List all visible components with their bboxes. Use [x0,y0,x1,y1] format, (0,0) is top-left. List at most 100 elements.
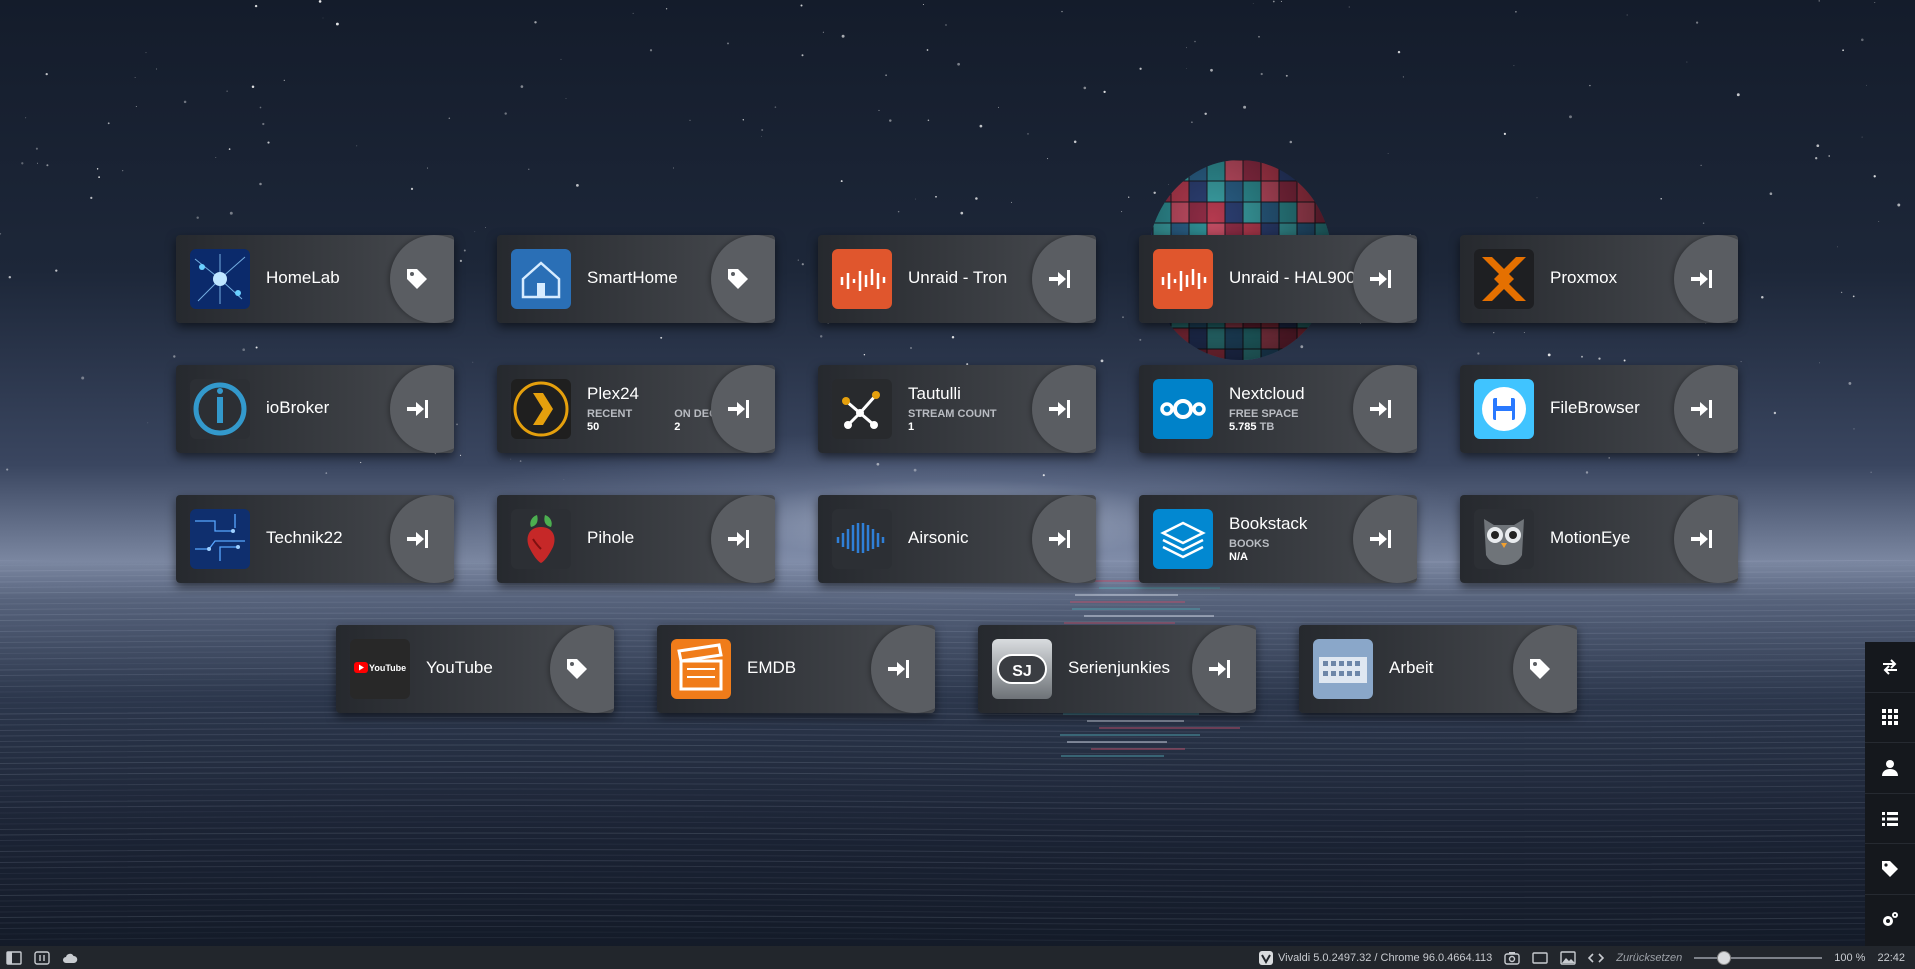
tautulli-icon [832,379,892,439]
app-tile-emdb[interactable]: EMDB [657,625,935,713]
tags-button[interactable] [1865,844,1915,895]
zoom-slider-thumb[interactable] [1717,950,1732,965]
image-icon[interactable] [1560,950,1576,965]
tag-button[interactable] [550,625,614,713]
zoom-level: 100 % [1834,951,1866,964]
unraid-icon [1153,249,1213,309]
stat-label: STREAM COUNT [908,408,997,420]
open-link-button[interactable] [1674,235,1738,323]
code-icon[interactable] [1588,951,1605,965]
zoom-reset-button[interactable]: Zurücksetzen [1616,952,1682,964]
tab-tiling-icon[interactable] [34,950,50,965]
tag-button[interactable] [1513,625,1577,713]
app-tile-smarthome[interactable]: SmartHome [497,235,775,323]
tile-title: SmartHome [587,268,678,287]
open-link-button[interactable] [1353,495,1417,583]
open-link-button[interactable] [1674,495,1738,583]
technik-circuit-icon [190,509,250,569]
stat-value: N/A [1229,551,1269,563]
tile-title: HomeLab [266,268,340,287]
app-tile-youtube[interactable]: YouTube YouTube [336,625,614,713]
tile-title: FileBrowser [1550,398,1640,417]
tile-title: ioBroker [266,398,330,417]
stat-number: 1 [908,421,915,433]
proxmox-icon [1474,249,1534,309]
open-link-button[interactable] [1674,365,1738,453]
switch-view-button[interactable] [1865,642,1915,693]
tile-stat: FREE SPACE 5.785 TB [1229,408,1298,433]
tile-title: Proxmox [1550,268,1618,287]
logo-text: SJ [1012,663,1032,680]
unraid-icon [832,249,892,309]
open-link-button[interactable] [390,495,454,583]
stat-value: 50 [587,421,632,433]
switch-view-icon [1883,659,1897,675]
app-tile-unraid-tron[interactable]: Unraid - Tron [818,235,1096,323]
app-tile-iobroker[interactable]: ioBroker [176,365,454,453]
right-sidebar [1865,642,1915,946]
tile-title: Unraid - HAL9000 [1229,268,1366,287]
stat-value: 5.785 TB [1229,421,1298,433]
capture-icon[interactable] [1504,951,1520,965]
app-tile-technik22[interactable]: Technik22 [176,495,454,583]
tile-stats: FREE SPACE 5.785 TB [1229,408,1298,433]
user-button[interactable] [1865,743,1915,794]
tag-button[interactable] [711,235,775,323]
open-link-button[interactable] [1353,235,1417,323]
tile-title: EMDB [747,658,797,677]
tile-stat: RECENT 50 [587,408,632,433]
open-link-button[interactable] [1032,495,1096,583]
open-link-button[interactable] [1032,365,1096,453]
open-link-button[interactable] [390,365,454,453]
app-tile-tautulli[interactable]: Tautulli STREAM COUNT 1 [818,365,1096,453]
list-icon [1882,811,1898,826]
app-tile-homelab[interactable]: HomeLab [176,235,454,323]
app-tile-pihole[interactable]: Pihole [497,495,775,583]
browser-version[interactable]: Vivaldi 5.0.2497.32 / Chrome 96.0.4664.1… [1258,950,1492,965]
stat-unit: TB [1259,421,1275,433]
tag-icon [1882,861,1898,878]
app-tile-airsonic[interactable]: Airsonic [818,495,1096,583]
zoom-slider[interactable] [1694,950,1823,965]
app-tile-plex24[interactable]: Plex24 RECENT 50 ON DECK 2 [497,365,775,453]
bookstack-icon [1153,509,1213,569]
stat-number: 50 [587,421,600,433]
stat-label: FREE SPACE [1229,408,1299,420]
open-link-button[interactable] [1353,365,1417,453]
app-tile-serienjunkies[interactable]: SJ Serienjunkies [978,625,1256,713]
smarthome-house-icon [511,249,571,309]
open-link-button[interactable] [711,365,775,453]
panel-toggle-icon[interactable] [6,950,22,965]
app-tile-arbeit[interactable]: Arbeit [1299,625,1577,713]
clock: 22:42 [1877,951,1905,964]
app-tile-nextcloud[interactable]: Nextcloud FREE SPACE 5.785 TB [1139,365,1417,453]
open-link-button[interactable] [871,625,935,713]
app-tile-unraid-hal9000[interactable]: Unraid - HAL9000 [1139,235,1417,323]
tile-title: Plex24 [587,384,639,403]
tile-title: Arbeit [1389,658,1434,677]
stat-label: BOOKS [1229,538,1270,550]
tile-title: Pihole [587,528,635,547]
open-link-button[interactable] [711,495,775,583]
nextcloud-icon [1153,379,1213,439]
homelab-network-icon [190,249,250,309]
tag-button[interactable] [390,235,454,323]
browser-status-bar: Vivaldi 5.0.2497.32 / Chrome 96.0.4664.1… [0,946,1915,969]
tile-stat: STREAM COUNT 1 [908,408,997,433]
tile-title: MotionEye [1550,528,1631,547]
cloud-sync-icon[interactable] [62,951,78,965]
sea-reflection [0,560,1915,942]
youtube-icon: YouTube [350,639,410,699]
settings-button[interactable] [1865,895,1915,946]
app-tile-proxmox[interactable]: Proxmox [1460,235,1738,323]
apps-grid-icon [1882,709,1898,726]
app-tile-filebrowser[interactable]: FileBrowser [1460,365,1738,453]
apps-grid-button[interactable] [1865,693,1915,744]
app-tile-bookstack[interactable]: Bookstack BOOKS N/A [1139,495,1417,583]
pihole-icon [511,509,571,569]
open-link-button[interactable] [1032,235,1096,323]
open-link-button[interactable] [1192,625,1256,713]
window-icon[interactable] [1532,951,1548,965]
list-button[interactable] [1865,794,1915,845]
app-tile-motioneye[interactable]: MotionEye [1460,495,1738,583]
